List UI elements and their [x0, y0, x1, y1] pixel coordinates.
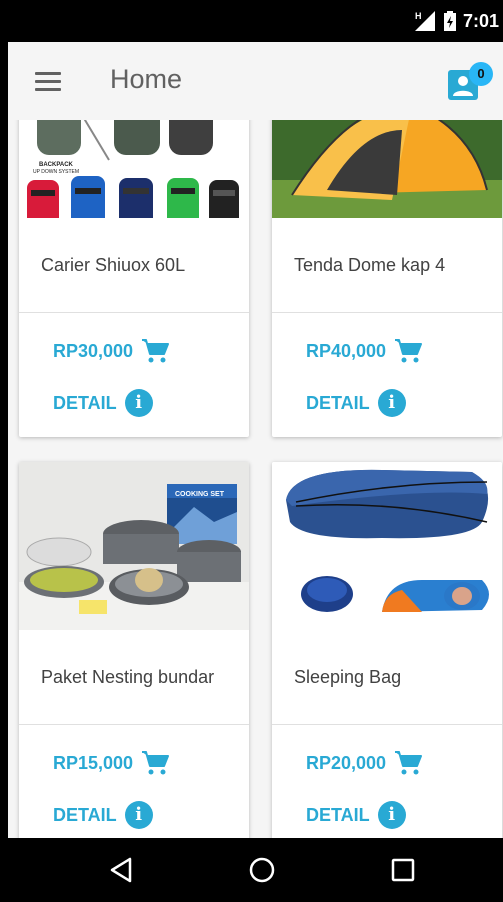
- detail-label: DETAIL: [53, 804, 117, 825]
- cart-icon[interactable]: [394, 750, 423, 776]
- info-icon: i: [377, 801, 406, 829]
- product-card[interactable]: Tenda Dome kap 4 RP40,000 DETAIL i: [272, 120, 502, 437]
- product-price: RP20,000: [306, 752, 387, 773]
- info-icon: i: [124, 389, 153, 417]
- product-actions: RP20,000 DETAIL i: [272, 725, 502, 838]
- price-row[interactable]: RP15,000: [53, 747, 249, 779]
- detail-label: DETAIL: [306, 392, 370, 413]
- product-card[interactable]: BACKPACK UP DOWN SYSTEM Carier Shiuox 60…: [19, 120, 249, 437]
- product-name: Tenda Dome kap 4: [272, 218, 502, 313]
- product-image-nesting: COOKING SET: [19, 462, 249, 630]
- status-bar: H 7:01: [8, 0, 503, 42]
- cart-icon[interactable]: [141, 750, 170, 776]
- product-name: Sleeping Bag: [272, 630, 502, 725]
- info-icon: i: [377, 389, 406, 417]
- back-icon[interactable]: [108, 856, 134, 884]
- battery-icon: [443, 11, 456, 31]
- product-image-tent: [272, 120, 502, 218]
- menu-icon[interactable]: [35, 72, 61, 92]
- detail-button[interactable]: DETAIL i: [53, 799, 249, 831]
- signal-icon: H: [414, 11, 435, 31]
- detail-label: DETAIL: [306, 804, 370, 825]
- status-time: 7:01: [462, 10, 499, 31]
- cart-button[interactable]: 0: [446, 56, 496, 106]
- product-image-sleeping-bag: [272, 462, 502, 630]
- product-image-backpack: BACKPACK UP DOWN SYSTEM: [19, 120, 249, 218]
- detail-label: DETAIL: [53, 392, 117, 413]
- home-icon[interactable]: [248, 856, 276, 884]
- backpack-caption-2: UP DOWN SYSTEM: [33, 169, 79, 175]
- product-card[interactable]: COOKING SET Paket Nesting bundar RP15,00…: [19, 462, 249, 838]
- info-icon: i: [124, 801, 153, 829]
- product-name: Carier Shiuox 60L: [19, 218, 249, 313]
- detail-button[interactable]: DETAIL i: [306, 799, 502, 831]
- product-actions: RP40,000 DETAIL i: [272, 313, 502, 437]
- product-card[interactable]: Sleeping Bag RP20,000 DETAIL i: [272, 462, 502, 838]
- price-row[interactable]: RP40,000: [306, 335, 502, 367]
- product-price: RP40,000: [306, 340, 387, 361]
- navigation-bar: [8, 838, 503, 902]
- recents-icon[interactable]: [390, 856, 416, 884]
- cart-count-badge: 0: [469, 62, 493, 86]
- product-price: RP30,000: [53, 340, 134, 361]
- price-row[interactable]: RP30,000: [53, 335, 249, 367]
- cart-icon[interactable]: [141, 338, 170, 364]
- cart-icon[interactable]: [394, 338, 423, 364]
- product-grid: BACKPACK UP DOWN SYSTEM Carier Shiuox 60…: [8, 120, 503, 838]
- product-name: Paket Nesting bundar: [19, 630, 249, 725]
- price-row[interactable]: RP20,000: [306, 747, 502, 779]
- product-actions: RP15,000 DETAIL i: [19, 725, 249, 838]
- page-title: Home: [110, 64, 183, 94]
- app-bar: Home 0: [8, 42, 503, 120]
- backpack-caption: BACKPACK: [39, 162, 74, 168]
- network-type-label: H: [415, 11, 422, 21]
- product-actions: RP30,000 DETAIL i: [19, 313, 249, 437]
- detail-button[interactable]: DETAIL i: [53, 387, 249, 419]
- detail-button[interactable]: DETAIL i: [306, 387, 502, 419]
- cooking-set-label: COOKING SET: [175, 491, 225, 498]
- product-price: RP15,000: [53, 752, 134, 773]
- status-icons: H 7:01: [413, 10, 499, 32]
